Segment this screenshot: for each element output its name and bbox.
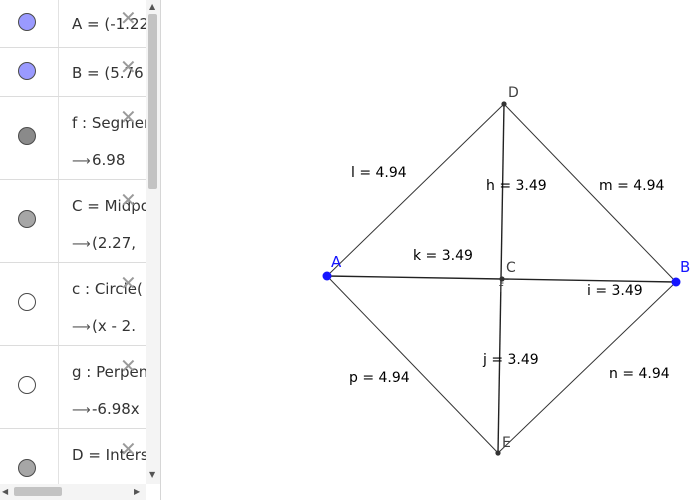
row-separator [58, 180, 59, 262]
segment-label-h: h = 3.49 [486, 178, 547, 194]
point-label-A: A [331, 253, 342, 271]
value-g: ⟶-6.98x [72, 400, 146, 418]
delete-icon[interactable]: ✕ [120, 190, 137, 210]
algebra-view: A = (-1.22 ✕ B = (5.76 ✕ f : Segmen ⟶6.9… [0, 0, 161, 500]
algebra-item-c[interactable]: c : Circle( ⟶(x - 2. ✕ [0, 263, 146, 346]
point-D[interactable] [501, 101, 507, 107]
arrow-icon: ⟶ [72, 237, 91, 252]
segment-label-i: i = 3.49 [587, 283, 643, 299]
scroll-down-icon[interactable]: ▼ [149, 470, 155, 479]
algebra-item-f[interactable]: f : Segmen ⟶6.98 ✕ [0, 97, 146, 180]
visibility-toggle-c[interactable] [18, 293, 36, 311]
segment-label-n: n = 4.94 [609, 366, 670, 382]
delete-icon[interactable]: ✕ [120, 57, 137, 77]
arrow-icon: ⟶ [72, 403, 91, 418]
graphics-view[interactable]: A B C D E f l = 4.94 h = 3.49 m = 4.94 k… [161, 0, 700, 500]
point-E[interactable] [495, 450, 501, 456]
value-text: 6.98 [92, 151, 126, 169]
segment-p[interactable] [326, 275, 499, 454]
algebra-item-D[interactable]: D = Inters ✕ [0, 429, 146, 484]
vertical-scroll-thumb[interactable] [148, 14, 157, 189]
visibility-toggle-D[interactable] [18, 459, 36, 477]
algebra-item-C[interactable]: C = Midpo ⟶(2.27, ✕ [0, 180, 146, 263]
visibility-toggle-g[interactable] [18, 376, 36, 394]
point-label-C: C [506, 260, 516, 276]
scroll-left-icon[interactable]: ◀ [2, 487, 8, 496]
delete-icon[interactable]: ✕ [120, 439, 137, 459]
geometry-canvas[interactable]: A B C D E f l = 4.94 h = 3.49 m = 4.94 k… [161, 0, 700, 500]
row-separator [58, 429, 59, 484]
value-C: ⟶(2.27, [72, 234, 146, 252]
value-text: -6.98x [92, 400, 140, 418]
row-separator [58, 48, 59, 96]
segment-label-m: m = 4.94 [599, 178, 665, 194]
vertical-scrollbar[interactable]: ▲ ▼ [146, 0, 160, 484]
arrow-icon: ⟶ [72, 154, 91, 169]
point-A[interactable] [322, 271, 332, 281]
algebra-item-B[interactable]: B = (5.76 ✕ [0, 48, 146, 97]
algebra-rows: A = (-1.22 ✕ B = (5.76 ✕ f : Segmen ⟶6.9… [0, 0, 146, 484]
delete-icon[interactable]: ✕ [120, 107, 137, 127]
value-text: (2.27, [92, 234, 137, 252]
row-separator [58, 97, 59, 179]
point-label-B: B [680, 258, 690, 276]
delete-icon[interactable]: ✕ [120, 273, 137, 293]
row-separator [58, 0, 59, 47]
algebra-item-A[interactable]: A = (-1.22 ✕ [0, 0, 146, 48]
point-label-D: D [508, 85, 519, 101]
segment-label-j: j = 3.49 [482, 352, 539, 368]
horizontal-scroll-thumb[interactable] [14, 487, 62, 496]
point-label-E: E [502, 435, 511, 451]
visibility-toggle-A[interactable] [18, 13, 36, 31]
segment-label-f: f [499, 281, 504, 295]
visibility-toggle-f[interactable] [18, 127, 36, 145]
point-B[interactable] [671, 277, 681, 287]
segment-label-p: p = 4.94 [349, 370, 410, 386]
value-f: ⟶6.98 [72, 151, 146, 169]
visibility-toggle-C[interactable] [18, 210, 36, 228]
row-separator [58, 346, 59, 428]
value-text: (x - 2. [92, 317, 136, 335]
delete-icon[interactable]: ✕ [120, 8, 137, 28]
delete-icon[interactable]: ✕ [120, 356, 137, 376]
visibility-toggle-B[interactable] [18, 62, 36, 80]
scroll-up-icon[interactable]: ▲ [149, 2, 155, 11]
segment-label-l: l = 4.94 [351, 165, 407, 181]
algebra-item-g[interactable]: g : Perpen ⟶-6.98x ✕ [0, 346, 146, 429]
row-separator [58, 263, 59, 345]
horizontal-scrollbar[interactable]: ◀ ▶ [0, 484, 146, 500]
arrow-icon: ⟶ [72, 320, 91, 335]
value-c: ⟶(x - 2. [72, 317, 146, 335]
segment-label-k: k = 3.49 [413, 248, 473, 264]
scroll-right-icon[interactable]: ▶ [134, 487, 140, 496]
